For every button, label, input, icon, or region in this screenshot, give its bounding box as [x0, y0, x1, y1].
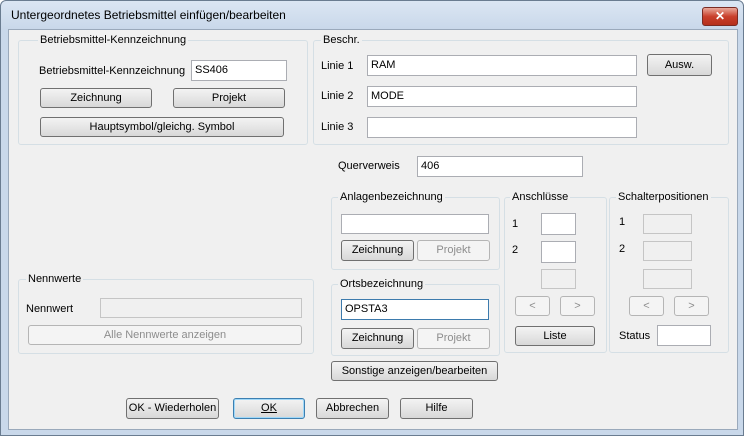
group-beschr: Beschr. Linie 1 RAM Ausw. Linie 2 MODE L… — [313, 34, 729, 145]
nennwert-input[interactable] — [100, 298, 302, 318]
schalter-2-label: 2 — [619, 243, 626, 255]
schalter-1-input[interactable] — [643, 214, 692, 234]
schalter-3-input[interactable] — [643, 269, 692, 289]
close-button[interactable]: ✕ — [702, 7, 738, 26]
title-bar[interactable]: Untergeordnetes Betriebsmittel einfügen/… — [1, 1, 743, 29]
anschluss-2-label: 2 — [512, 244, 519, 256]
linie-3-input[interactable] — [367, 117, 637, 138]
group-label-anschluesse: Anschlüsse — [510, 191, 571, 203]
linie-3-label: Linie 3 — [321, 121, 354, 133]
help-button[interactable]: Hilfe — [400, 398, 473, 419]
nennwert-label: Nennwert — [26, 303, 74, 315]
linie-2-input[interactable]: MODE — [367, 86, 637, 107]
anlagen-input[interactable] — [341, 214, 489, 234]
alle-nennwerte-button[interactable]: Alle Nennwerte anzeigen — [28, 325, 302, 345]
ok-button-label: OK — [261, 402, 277, 414]
anschluss-3-input[interactable] — [541, 269, 576, 289]
anschluss-prev-button[interactable]: < — [515, 296, 550, 316]
group-schalterpositionen: Schalterpositionen 1 2 < > Status — [609, 191, 729, 353]
group-label-ortsbezeichnung: Ortsbezeichnung — [338, 278, 426, 290]
linie-1-input[interactable]: RAM — [367, 55, 637, 76]
group-anschluesse: Anschlüsse 1 2 < > Liste — [504, 191, 607, 353]
anschluss-1-label: 1 — [512, 218, 519, 230]
kennzeichnung-field-label: Betriebsmittel-Kennzeichnung — [39, 65, 186, 77]
liste-button[interactable]: Liste — [515, 326, 595, 346]
querverweis-input[interactable]: 406 — [417, 156, 583, 177]
linie-1-label: Linie 1 — [321, 60, 354, 72]
orts-projekt-button[interactable]: Projekt — [417, 328, 490, 349]
anschluss-next-button[interactable]: > — [560, 296, 595, 316]
dialog-window: Untergeordnetes Betriebsmittel einfügen/… — [0, 0, 744, 436]
window-title: Untergeordnetes Betriebsmittel einfügen/… — [11, 8, 286, 22]
cancel-button[interactable]: Abbrechen — [316, 398, 389, 419]
group-kennzeichnung: Betriebsmittel-Kennzeichnung Betriebsmit… — [18, 34, 308, 145]
schalter-next-button[interactable]: > — [674, 296, 709, 316]
ausw-button[interactable]: Ausw. — [647, 54, 712, 76]
group-nennwerte: Nennwerte Nennwert Alle Nennwerte anzeig… — [18, 273, 314, 354]
ok-button[interactable]: OK — [233, 398, 305, 419]
status-label: Status — [619, 330, 651, 342]
schalter-1-label: 1 — [619, 216, 626, 228]
group-label-beschr: Beschr. — [321, 34, 362, 46]
schalter-2-input[interactable] — [643, 241, 692, 261]
sonstige-button[interactable]: Sonstige anzeigen/bearbeiten — [331, 361, 498, 381]
ok-wiederholen-button[interactable]: OK - Wiederholen — [126, 398, 219, 419]
group-label-anlagenbezeichnung: Anlagenbezeichnung — [338, 191, 445, 203]
anschluss-2-input[interactable] — [541, 241, 576, 263]
group-ortsbezeichnung: Ortsbezeichnung OPSTA3 Zeichnung Projekt — [331, 278, 500, 356]
linie-2-label: Linie 2 — [321, 90, 354, 102]
close-icon: ✕ — [714, 9, 726, 23]
anschluss-1-input[interactable] — [541, 213, 576, 235]
anlagen-projekt-button[interactable]: Projekt — [417, 240, 490, 261]
kennzeichnung-input[interactable]: SS406 — [191, 60, 287, 81]
group-anlagenbezeichnung: Anlagenbezeichnung Zeichnung Projekt — [331, 191, 500, 270]
schalter-prev-button[interactable]: < — [629, 296, 664, 316]
orts-zeichnung-button[interactable]: Zeichnung — [341, 328, 414, 349]
group-label-kennzeichnung: Betriebsmittel-Kennzeichnung — [38, 34, 189, 46]
status-input[interactable] — [657, 325, 711, 346]
dialog-body: Betriebsmittel-Kennzeichnung Betriebsmit… — [8, 29, 738, 430]
kennzeichnung-projekt-button[interactable]: Projekt — [173, 88, 285, 108]
group-label-nennwerte: Nennwerte — [26, 273, 84, 285]
kennzeichnung-zeichnung-button[interactable]: Zeichnung — [40, 88, 152, 108]
group-label-schalterpositionen: Schalterpositionen — [616, 191, 711, 203]
anlagen-zeichnung-button[interactable]: Zeichnung — [341, 240, 414, 261]
orts-input[interactable]: OPSTA3 — [341, 299, 489, 320]
querverweis-label: Querverweis — [338, 160, 400, 172]
hauptsymbol-button[interactable]: Hauptsymbol/gleichg. Symbol — [40, 117, 284, 137]
